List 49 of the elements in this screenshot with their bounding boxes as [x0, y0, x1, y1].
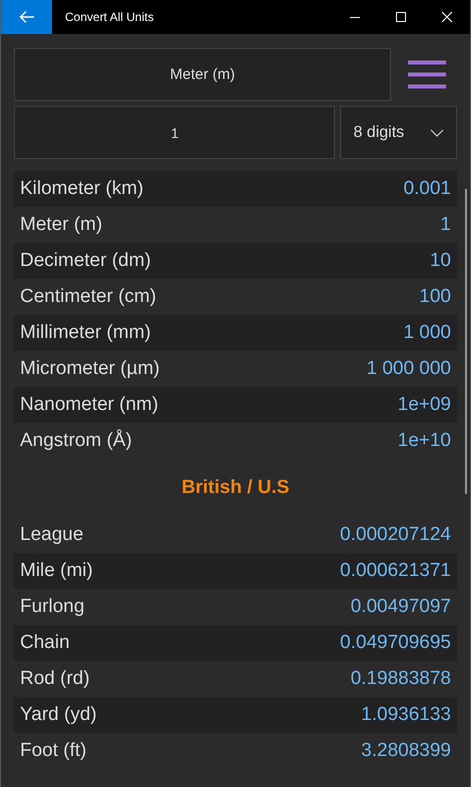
unit-row[interactable]: Millimeter (mm) 1 000	[14, 315, 457, 351]
window-title: Convert All Units	[65, 10, 155, 24]
unit-name: Decimeter (dm)	[20, 250, 151, 272]
unit-name: Furlong	[20, 596, 84, 618]
unit-value: 1e+10	[398, 430, 451, 452]
unit-name: Angstrom (Å)	[20, 430, 132, 452]
unit-value: 1.0936133	[361, 704, 451, 726]
unit-value: 0.000621371	[340, 560, 451, 582]
unit-name: Millimeter (mm)	[20, 322, 151, 344]
unit-value: 0.00497097	[350, 596, 451, 618]
unit-name: Nanometer (nm)	[20, 394, 158, 416]
unit-selector[interactable]: Meter (m)	[14, 48, 391, 101]
unit-name: Foot (ft)	[20, 740, 87, 762]
precision-dropdown[interactable]: 8 digits	[340, 106, 457, 159]
unit-name: Yard (yd)	[20, 704, 97, 726]
unit-name: Centimeter (cm)	[20, 286, 156, 308]
unit-name: Micrometer (µm)	[20, 358, 160, 380]
unit-name: Meter (m)	[20, 214, 102, 236]
unit-row[interactable]: Decimeter (dm) 10	[14, 243, 457, 279]
unit-row[interactable]: Nanometer (nm) 1e+09	[14, 387, 457, 423]
unit-name: League	[20, 524, 84, 546]
chevron-down-icon	[430, 128, 444, 136]
unit-value: 1e+09	[398, 394, 451, 416]
amount-field[interactable]: 1	[14, 106, 336, 159]
scrollbar[interactable]	[465, 189, 467, 494]
maximize-icon	[395, 11, 407, 23]
close-icon	[441, 11, 453, 23]
back-button[interactable]	[1, 0, 52, 34]
unit-value: 10	[430, 250, 451, 272]
unit-name: Mile (mi)	[20, 560, 93, 582]
unit-name: Chain	[20, 632, 70, 654]
unit-value: 0.19883878	[350, 668, 451, 690]
unit-value: 0.000207124	[340, 524, 451, 546]
unit-value: 3.2808399	[361, 740, 451, 762]
unit-value: 0.001	[403, 178, 451, 200]
unit-value: 1 000	[403, 322, 451, 344]
unit-value: 0.049709695	[340, 632, 451, 654]
back-arrow-icon	[18, 10, 34, 24]
unit-name: Kilometer (km)	[20, 178, 144, 200]
menu-icon	[407, 60, 447, 90]
unit-row[interactable]: Kilometer (km) 0.001	[14, 171, 457, 207]
unit-value: 100	[419, 286, 451, 308]
unit-value: 1 000 000	[366, 358, 451, 380]
unit-value: 1	[440, 214, 451, 236]
unit-name: Rod (rd)	[20, 668, 90, 690]
unit-row[interactable]: Chain 0.049709695	[14, 625, 457, 661]
unit-row[interactable]: Mile (mi) 0.000621371	[14, 553, 457, 589]
section-heading: British / U.S	[180, 476, 290, 500]
unit-row[interactable]: Yard (yd) 1.0936133	[14, 697, 457, 733]
